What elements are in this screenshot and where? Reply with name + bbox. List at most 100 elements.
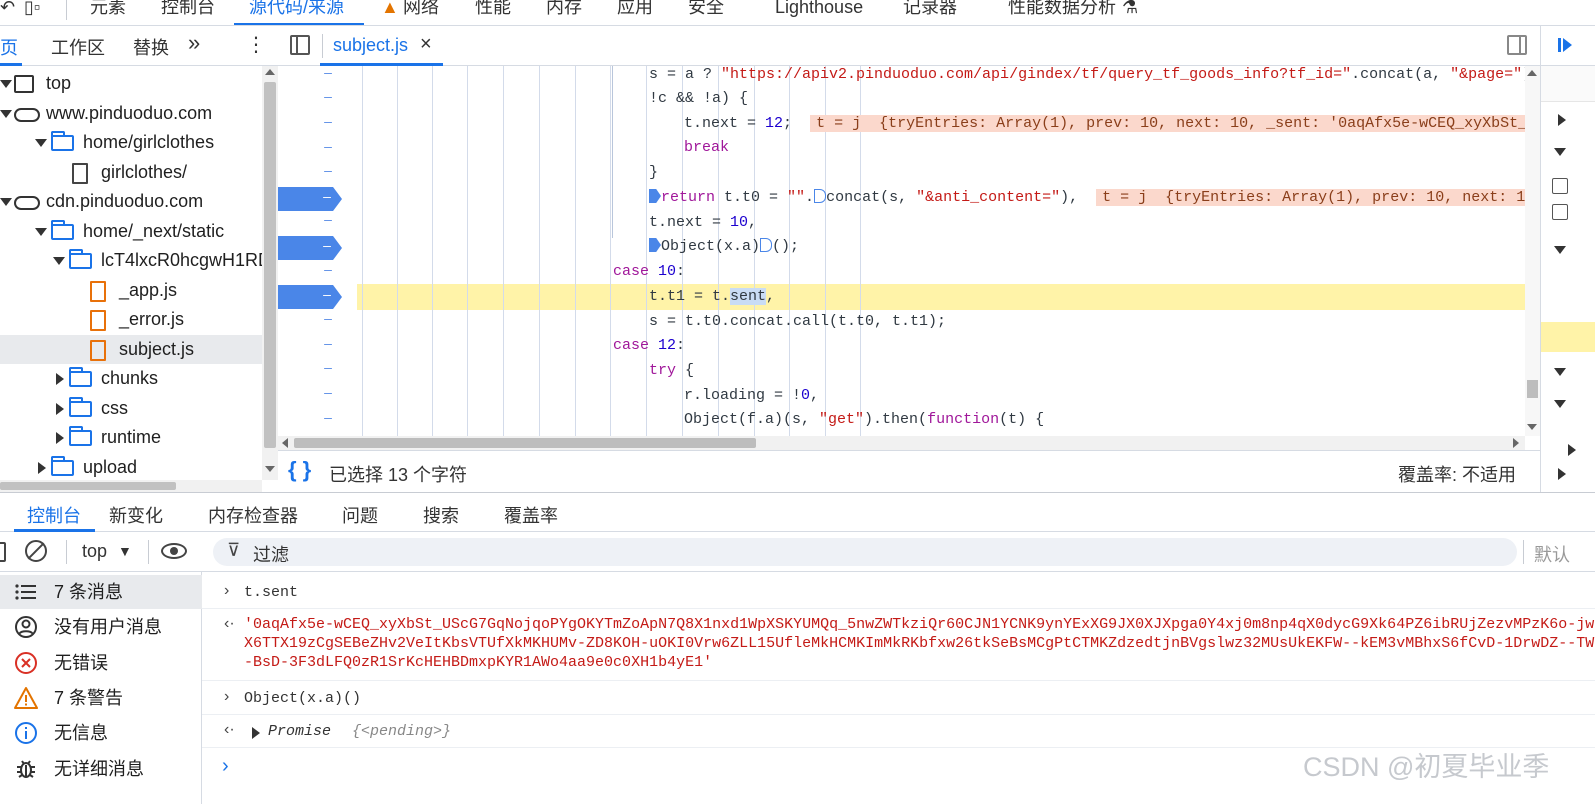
chevron-down-icon[interactable] bbox=[35, 227, 47, 236]
sidebar-item-errors[interactable]: 无错误 bbox=[0, 646, 202, 680]
tree-item[interactable]: www.pinduoduo.com bbox=[0, 99, 262, 128]
clear-console-icon[interactable] bbox=[25, 540, 47, 562]
drawer-tab-issues[interactable]: 问题 bbox=[342, 502, 378, 528]
tree-scrollbar-thumb[interactable] bbox=[264, 82, 276, 448]
chevron-down-icon[interactable] bbox=[0, 198, 12, 206]
more-tabs-icon[interactable]: » bbox=[188, 30, 200, 56]
scroll-left-icon[interactable] bbox=[282, 438, 288, 448]
scroll-down-icon[interactable] bbox=[265, 466, 275, 472]
breakpoint-marker[interactable]: – bbox=[278, 236, 342, 260]
tab-workspace[interactable]: 工作区 bbox=[51, 34, 105, 60]
editor-horizontal-scrollbar-thumb[interactable] bbox=[294, 438, 756, 448]
drawer-tab-console[interactable]: 控制台 bbox=[27, 502, 81, 528]
line-gutter[interactable]: – bbox=[322, 88, 334, 104]
breakpoint-marker[interactable]: – bbox=[278, 187, 342, 211]
collapse-icon[interactable] bbox=[1554, 246, 1566, 254]
tree-item[interactable]: _app.js bbox=[0, 276, 262, 305]
editor-tab-subject-js[interactable]: subject.js × bbox=[320, 26, 443, 66]
current-call-frame[interactable] bbox=[1541, 322, 1595, 352]
tree-item[interactable]: girlclothes/ bbox=[0, 158, 262, 187]
scroll-up-icon[interactable] bbox=[1527, 70, 1537, 76]
filter-input[interactable]: ⊽ 过滤 bbox=[213, 538, 1517, 566]
expand-icon[interactable] bbox=[1568, 444, 1576, 456]
drawer-tab-changes[interactable]: 新变化 bbox=[109, 502, 163, 528]
tree-item[interactable]: _error.js bbox=[0, 305, 262, 334]
breakpoint-marker[interactable]: – bbox=[278, 285, 342, 309]
tab-console[interactable]: 控制台 bbox=[161, 0, 215, 22]
resume-icon[interactable] bbox=[1558, 38, 1561, 52]
checkbox[interactable] bbox=[1552, 178, 1568, 194]
navigator-menu-icon[interactable]: ⋮ bbox=[246, 32, 266, 57]
collapse-icon[interactable] bbox=[1554, 148, 1566, 156]
scroll-up-icon[interactable] bbox=[265, 69, 275, 75]
close-tab-icon[interactable]: × bbox=[420, 33, 432, 56]
tab-page[interactable]: 页 bbox=[0, 34, 18, 60]
tab-performance[interactable]: 性能 bbox=[475, 0, 511, 22]
chevron-right-icon[interactable] bbox=[56, 432, 64, 444]
console-result-string[interactable]: '0aqAfx5e-wCEQ_xyXbSt_UScG7GqNojqoPYgOKY… bbox=[244, 615, 1595, 672]
toggle-navigator-icon[interactable] bbox=[290, 35, 310, 55]
line-gutter[interactable]: – bbox=[322, 359, 334, 375]
inline-breakpoint-icon[interactable] bbox=[814, 189, 827, 203]
code-editor[interactable]: – – – – – – – – – – – – – – – s = a ? "h… bbox=[278, 66, 1525, 436]
line-gutter[interactable]: – bbox=[322, 335, 334, 351]
sidebar-item-verbose[interactable]: 无详细消息 bbox=[0, 752, 202, 786]
sidebar-item-user-messages[interactable]: 没有用户消息 bbox=[0, 610, 202, 644]
sidebar-toggle-icon[interactable] bbox=[0, 542, 6, 562]
tab-security[interactable]: 安全 bbox=[688, 0, 724, 22]
tree-item[interactable]: cdn.pinduoduo.com bbox=[0, 187, 262, 216]
tab-application[interactable]: 应用 bbox=[617, 0, 653, 22]
line-gutter[interactable]: – bbox=[322, 310, 334, 326]
resume-arrow-icon[interactable] bbox=[1563, 38, 1572, 52]
tab-network[interactable]: 网络 bbox=[403, 0, 439, 22]
chevron-down-icon[interactable] bbox=[35, 139, 47, 147]
line-gutter[interactable]: – bbox=[322, 261, 334, 277]
expand-icon[interactable] bbox=[1558, 468, 1566, 480]
tree-item[interactable]: home/_next/static bbox=[0, 217, 262, 246]
tab-sources[interactable]: 源代码/来源 bbox=[249, 0, 344, 22]
toggle-debugger-icon[interactable] bbox=[1507, 35, 1527, 55]
coverage-status[interactable]: 覆盖率: 不适用 bbox=[1398, 461, 1516, 487]
tab-recorder[interactable]: 记录器 bbox=[903, 0, 957, 22]
chevron-down-icon[interactable] bbox=[0, 109, 12, 118]
line-gutter[interactable]: – bbox=[322, 409, 334, 425]
drawer-tab-coverage[interactable]: 覆盖率 bbox=[504, 502, 558, 528]
tab-performance-insights[interactable]: 性能数据分析 bbox=[1008, 0, 1116, 22]
tree-item[interactable]: subject.js bbox=[0, 334, 262, 364]
tree-item[interactable]: home/girlclothes bbox=[0, 128, 262, 157]
chevron-down-icon[interactable] bbox=[0, 80, 12, 88]
console-prompt-icon[interactable]: › bbox=[222, 755, 229, 778]
tree-horizontal-scrollbar[interactable] bbox=[0, 480, 262, 492]
line-gutter[interactable]: – bbox=[322, 113, 334, 129]
collapse-icon[interactable] bbox=[1554, 368, 1566, 376]
editor-horizontal-scrollbar[interactable] bbox=[278, 436, 1525, 450]
line-gutter[interactable]: – bbox=[322, 384, 334, 400]
eye-icon[interactable] bbox=[161, 543, 187, 559]
line-gutter[interactable]: – bbox=[322, 66, 334, 80]
expand-icon[interactable] bbox=[1558, 114, 1566, 126]
context-selector[interactable]: top bbox=[82, 541, 107, 562]
tree-item[interactable]: css bbox=[0, 394, 262, 423]
line-gutter[interactable]: – bbox=[322, 138, 334, 154]
tree-item[interactable]: runtime bbox=[0, 423, 262, 452]
chevron-right-icon[interactable] bbox=[38, 461, 46, 474]
sidebar-item-info[interactable]: 无信息 bbox=[0, 716, 202, 750]
tree-item[interactable]: chunks bbox=[0, 364, 262, 393]
log-levels-dropdown[interactable]: 默认 bbox=[1534, 541, 1570, 567]
chevron-right-icon[interactable] bbox=[56, 402, 64, 415]
editor-scrollbar-thumb[interactable] bbox=[1527, 380, 1538, 398]
line-gutter[interactable]: – bbox=[322, 162, 334, 178]
tab-elements[interactable]: 元素 bbox=[90, 0, 126, 22]
tree-item[interactable]: lcT4lxcR0hcgwH1RDz bbox=[0, 246, 262, 275]
promise-label[interactable]: Promise bbox=[268, 723, 331, 740]
tab-lighthouse[interactable]: Lighthouse bbox=[775, 0, 863, 22]
sidebar-item-messages[interactable]: 7 条消息 bbox=[0, 575, 202, 609]
drawer-tab-memory-inspector[interactable]: 内存检查器 bbox=[208, 502, 298, 528]
scroll-down-icon[interactable] bbox=[1527, 424, 1537, 430]
expand-object-icon[interactable] bbox=[252, 727, 260, 739]
tree-item[interactable]: upload bbox=[0, 453, 262, 481]
checkbox[interactable] bbox=[1552, 204, 1568, 220]
chevron-down-icon[interactable]: ▼ bbox=[118, 543, 132, 559]
sidebar-item-warnings[interactable]: 7 条警告 bbox=[0, 681, 202, 715]
selected-text[interactable]: sent bbox=[730, 288, 767, 305]
